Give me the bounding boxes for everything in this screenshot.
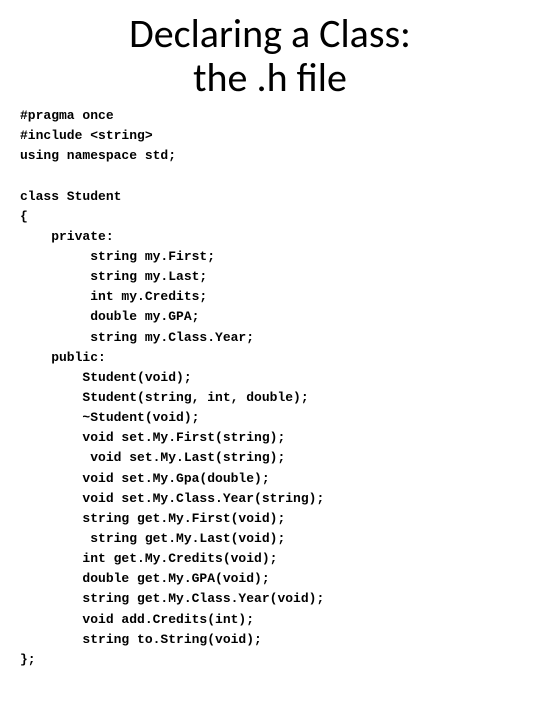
code-block: #pragma once#include <string>using names… (20, 106, 520, 670)
code-line: void set.My.Gpa(double); (20, 469, 520, 489)
code-line: string get.My.Last(void); (20, 529, 520, 549)
slide: Declaring a Class: the .h file #pragma o… (0, 0, 540, 720)
code-line: void set.My.Class.Year(string); (20, 489, 520, 509)
code-line: Student(void); (20, 368, 520, 388)
slide-title: Declaring a Class: the .h file (20, 12, 520, 100)
code-line: int my.Credits; (20, 287, 520, 307)
code-line: ~Student(void); (20, 408, 520, 428)
code-line: void add.Credits(int); (20, 610, 520, 630)
title-line-1: Declaring a Class: (129, 9, 411, 58)
code-line: #pragma once (20, 106, 520, 126)
code-line: string get.My.Class.Year(void); (20, 589, 520, 609)
code-line: double get.My.GPA(void); (20, 569, 520, 589)
code-line: string get.My.First(void); (20, 509, 520, 529)
code-line: double my.GPA; (20, 307, 520, 327)
code-line: using namespace std; (20, 146, 520, 166)
code-line: #include <string> (20, 126, 520, 146)
code-line (20, 166, 520, 186)
code-line: private: (20, 227, 520, 247)
code-line: { (20, 207, 520, 227)
code-line: string my.Class.Year; (20, 328, 520, 348)
code-line: int get.My.Credits(void); (20, 549, 520, 569)
code-line: string to.String(void); (20, 630, 520, 650)
title-line-2: the .h file (193, 53, 347, 102)
code-line: class Student (20, 187, 520, 207)
code-line: public: (20, 348, 520, 368)
code-line: string my.First; (20, 247, 520, 267)
code-line: string my.Last; (20, 267, 520, 287)
code-line: void set.My.Last(string); (20, 448, 520, 468)
code-line: void set.My.First(string); (20, 428, 520, 448)
code-line: Student(string, int, double); (20, 388, 520, 408)
code-line: }; (20, 650, 520, 670)
